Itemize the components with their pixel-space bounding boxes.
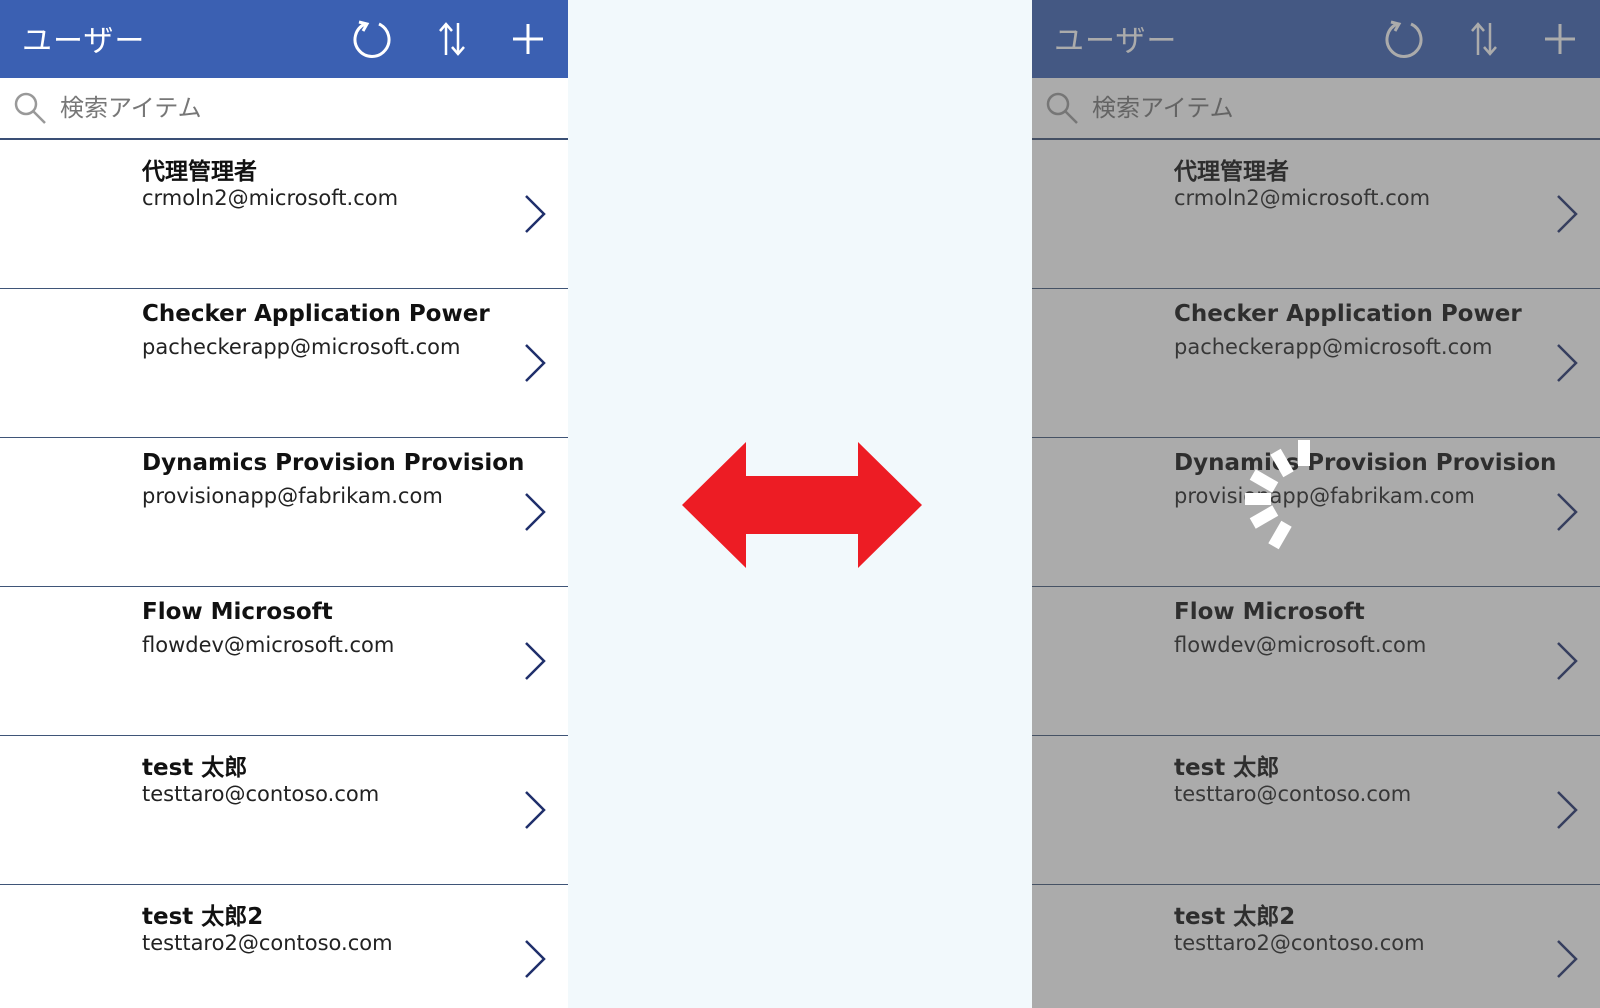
user-row[interactable]: test 太郎 testtaro@contoso.com <box>0 736 568 885</box>
user-email: testtaro@contoso.com <box>142 782 380 806</box>
user-row[interactable]: test 太郎2 testtaro2@contoso.com <box>0 885 568 1008</box>
search-bar <box>0 78 568 140</box>
chevron-right-icon[interactable] <box>520 937 550 981</box>
search-icon <box>14 92 46 124</box>
user-email: testtaro2@contoso.com <box>142 931 393 955</box>
app-title: ユーザー <box>22 24 146 59</box>
add-button[interactable] <box>506 17 550 61</box>
app-screen-normal: ユーザー 検索アイテム 代理管理者 crmoln2@microsoft.com … <box>0 0 568 1008</box>
user-row[interactable]: Checker Application Power pacheckerapp@m… <box>0 289 568 438</box>
user-name: Checker Application Power <box>142 301 490 327</box>
user-name: 代理管理者 <box>142 159 257 185</box>
reload-button[interactable] <box>350 17 394 61</box>
user-row[interactable]: Dynamics Provision Provision provisionap… <box>0 438 568 587</box>
app-header: ユーザー <box>0 0 568 78</box>
user-email: pacheckerapp@microsoft.com <box>142 335 461 359</box>
add-icon <box>513 24 543 54</box>
user-list: 代理管理者 crmoln2@microsoft.com Checker Appl… <box>0 140 568 1008</box>
chevron-right-icon[interactable] <box>520 639 550 683</box>
reload-icon <box>353 20 391 58</box>
loading-spinner-icon <box>1245 440 1310 550</box>
user-name: Flow Microsoft <box>142 599 333 625</box>
chevron-right-icon[interactable] <box>520 490 550 534</box>
search-input[interactable] <box>60 88 540 128</box>
user-email: flowdev@microsoft.com <box>142 633 395 657</box>
user-row[interactable]: 代理管理者 crmoln2@microsoft.com <box>0 140 568 289</box>
user-row[interactable]: Flow Microsoft flowdev@microsoft.com <box>0 587 568 736</box>
user-name: Dynamics Provision Provision <box>142 450 525 476</box>
user-name: test 太郎 <box>142 755 248 781</box>
sort-icon <box>439 22 465 56</box>
user-email: provisionapp@fabrikam.com <box>142 484 443 508</box>
chevron-right-icon[interactable] <box>520 341 550 385</box>
sort-button[interactable] <box>430 17 474 61</box>
user-email: crmoln2@microsoft.com <box>142 186 399 210</box>
chevron-right-icon[interactable] <box>520 788 550 832</box>
user-name: test 太郎2 <box>142 904 264 930</box>
double-arrow-icon <box>682 442 922 568</box>
chevron-right-icon[interactable] <box>520 192 550 236</box>
